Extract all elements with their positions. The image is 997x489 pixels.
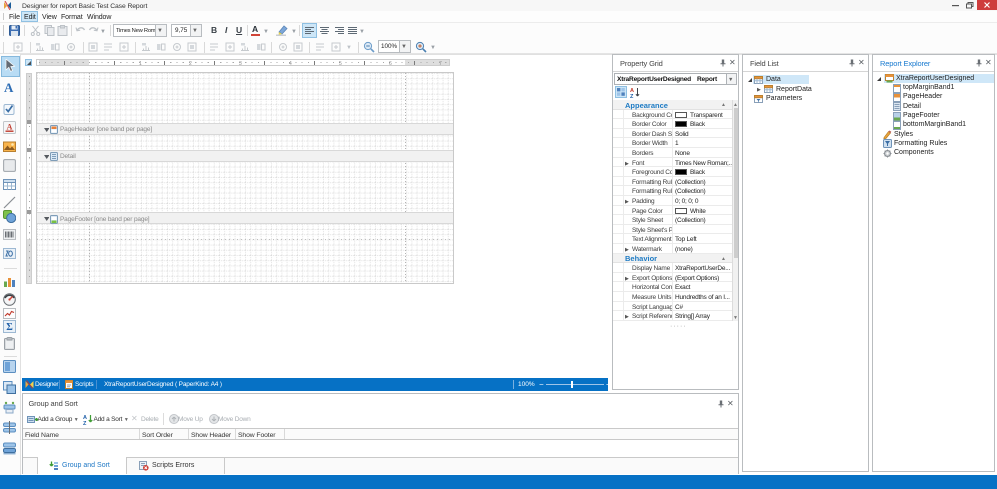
svg-text:Z: Z [83,421,87,425]
svg-text:Z: Z [630,94,634,98]
svg-text:A: A [7,123,13,132]
svg-text:Σ: Σ [6,322,13,333]
